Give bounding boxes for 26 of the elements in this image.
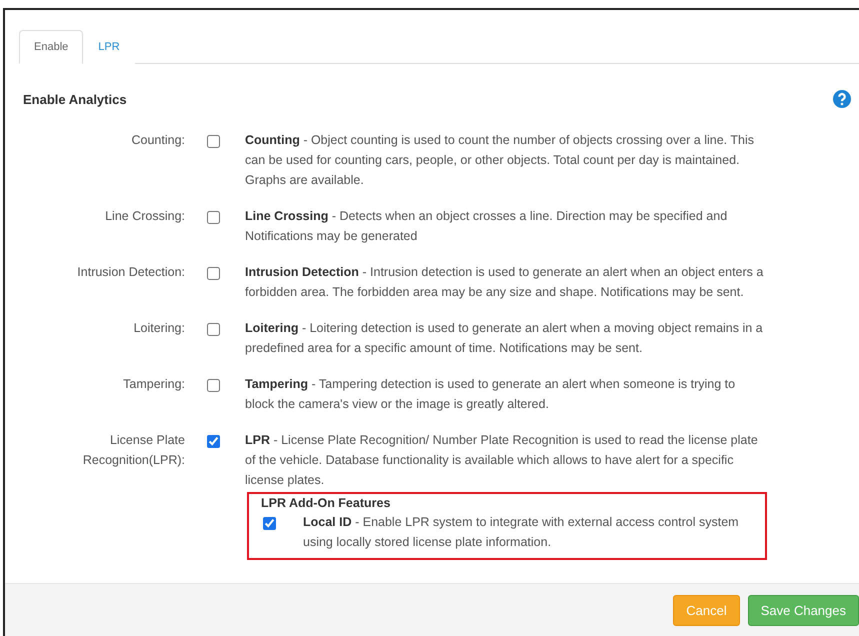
feature-description: Tampering - Tampering detection is used to generate an alert when someone is trying to block the camera's view or the image is greatly altered. xyxy=(245,376,736,413)
addon-checkbox[interactable] xyxy=(263,517,276,530)
addon-title: LPR Add-On Features xyxy=(261,495,392,512)
feature-checkbox[interactable] xyxy=(207,435,220,448)
feature-description: Line Crossing - Detects when an object crosses a line. Direction may be specified and Notifications may be generated xyxy=(245,208,728,245)
feature-checkbox[interactable] xyxy=(207,267,220,280)
tab[interactable]: Enable xyxy=(19,30,84,64)
feature-checkbox[interactable] xyxy=(207,323,220,336)
feature-checkbox[interactable] xyxy=(207,211,220,224)
feature-description: Loitering - Loitering detection is used to generate an alert when a moving object remains in a predefined area for a specific amount of time. Notifications may be sent. xyxy=(245,320,764,357)
feature-description: Counting - Object counting is used to count the number of objects crossing over a line. This can be used for counting cars, people, or other objects. Total count per day is maintained. Graphs are available. xyxy=(245,132,756,189)
feature-label: Tampering: xyxy=(122,376,185,393)
save-button[interactable]: Save Changes xyxy=(748,594,859,626)
feature-checkbox[interactable] xyxy=(207,379,220,392)
section-title: Enable Analytics xyxy=(23,92,127,106)
feature-label: Loitering: xyxy=(132,320,185,337)
feature-label: Line Crossing: xyxy=(104,208,185,225)
feature-description: LPR - License Plate Recognition/ Number Plate Recognition is used to read the license plate of the vehicle. Database functionality is available which allows to have alert for a specific license plates. xyxy=(245,432,759,489)
addon-description: Local ID - Enable LPR system to integrate with external access control system using locally stored license plate information. xyxy=(303,514,740,551)
feature-description: Intrusion Detection - Intrusion detection is used to generate an alert when an object enters a forbidden area. The forbidden area may be any size and shape. Notifications may be sent. xyxy=(245,264,764,301)
feature-label: License Plate Recognition(LPR): xyxy=(82,432,185,469)
feature-checkbox[interactable] xyxy=(207,135,220,148)
feature-label: Intrusion Detection: xyxy=(76,264,185,281)
cancel-button[interactable]: Cancel xyxy=(673,594,740,626)
help-icon[interactable] xyxy=(833,90,851,108)
feature-label: Counting: xyxy=(130,132,185,149)
